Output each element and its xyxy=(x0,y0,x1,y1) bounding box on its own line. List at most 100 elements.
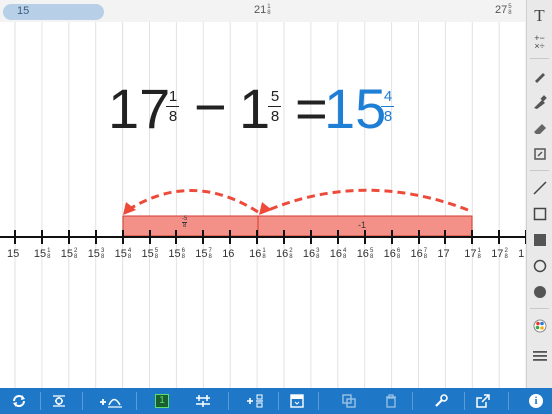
clear-tool[interactable] xyxy=(527,142,552,166)
number-line-label: 15 7 8 xyxy=(195,248,212,260)
scroller-right-label: 27 5 8 xyxy=(495,4,512,16)
number-line-tick xyxy=(363,230,366,244)
number-line-tick xyxy=(336,230,339,244)
settings-icon xyxy=(53,395,65,407)
refresh-button[interactable] xyxy=(6,388,32,414)
line-tool[interactable] xyxy=(527,176,552,200)
number-line-tick xyxy=(444,230,447,244)
number-line-label: 15 1 8 xyxy=(33,248,51,260)
marker-icon xyxy=(533,95,547,109)
number-line-label: 15 3 8 xyxy=(87,248,105,260)
number-line-label: 17 2 8 xyxy=(491,248,508,260)
number-line-tick xyxy=(148,230,151,244)
pencil-tool[interactable] xyxy=(527,64,552,88)
add-fraction-icon xyxy=(247,394,263,408)
scroller-left-label: 15 xyxy=(17,5,30,17)
number-line-tick xyxy=(175,230,178,244)
toolbar-separator xyxy=(464,392,465,410)
operators-tool[interactable]: +− ×÷ xyxy=(527,30,552,54)
unit-button[interactable]: 1 xyxy=(150,388,174,414)
settings-button[interactable] xyxy=(46,388,72,414)
jump-whole-label: -1 xyxy=(358,220,367,230)
eraser-icon xyxy=(533,124,546,134)
circle-filled-tool[interactable] xyxy=(527,280,552,304)
number-line-label: 15 6 8 xyxy=(168,248,185,260)
number-line-label: 16 1 8 xyxy=(249,248,266,260)
share-button[interactable] xyxy=(470,388,496,414)
jump-bar-small[interactable] xyxy=(122,215,259,237)
circle-outline-tool[interactable] xyxy=(527,254,552,278)
toolbar-divider xyxy=(530,58,549,59)
unit-icon: 1 xyxy=(155,394,169,408)
number-line-tick xyxy=(417,230,420,244)
number-line-label: 1 xyxy=(518,248,525,260)
scroller-mid-label: 21 1 8 xyxy=(254,4,271,16)
add-fraction-button[interactable] xyxy=(242,388,268,414)
text-tool[interactable]: T xyxy=(527,4,552,28)
range-scroller[interactable]: 15 21 1 8 27 5 8 xyxy=(0,0,527,22)
number-line-tick xyxy=(229,230,232,244)
operators-icon: +− ×÷ xyxy=(534,33,545,51)
rectangle-filled-icon xyxy=(533,234,546,246)
clear-icon xyxy=(533,148,546,160)
pencil-icon xyxy=(534,73,545,83)
number-line-label: 16 7 8 xyxy=(410,248,428,260)
add-jump-button[interactable] xyxy=(96,388,126,414)
jump-arrow-whole-head xyxy=(259,202,272,215)
jump-arrow-small xyxy=(127,189,259,214)
add-jump-icon xyxy=(100,398,122,408)
color-picker-tool[interactable] xyxy=(527,314,552,338)
marker-tool[interactable] xyxy=(527,90,552,114)
number-line-label: 16 5 8 xyxy=(356,248,374,260)
partition-button[interactable] xyxy=(190,388,216,414)
text-icon: T xyxy=(534,6,545,25)
scroller-thumb[interactable]: 15 xyxy=(3,4,104,20)
number-line-label: 16 xyxy=(222,248,235,260)
tool-sidebar: T +− ×÷ xyxy=(526,0,552,388)
number-line-label: 17 1 8 xyxy=(464,248,481,260)
toolbar-separator xyxy=(40,392,41,410)
line-icon xyxy=(532,181,547,195)
number-line-tick xyxy=(283,230,285,244)
number-line-tick xyxy=(202,230,205,244)
number-line-tick xyxy=(390,230,393,244)
number-line-tick xyxy=(471,230,474,244)
number-line-axis xyxy=(0,236,527,238)
tools-button[interactable] xyxy=(428,388,454,414)
toolbar-separator xyxy=(82,392,83,410)
jump-arrow-whole xyxy=(265,188,469,213)
toolbar-separator xyxy=(412,392,413,410)
rectangle-filled-tool[interactable] xyxy=(527,228,552,252)
delete-button[interactable] xyxy=(378,388,404,414)
hide-button[interactable] xyxy=(284,388,310,414)
circle-outline-icon xyxy=(533,259,546,273)
duplicate-button[interactable] xyxy=(336,388,362,414)
bottom-toolbar: 1 i xyxy=(0,388,552,414)
number-line-label: 15 2 8 xyxy=(60,248,78,260)
number-line-label: 16 2 8 xyxy=(276,248,293,260)
toolbar-separator xyxy=(278,392,279,410)
toolbar-divider xyxy=(530,308,549,309)
number-line-label: 16 4 8 xyxy=(329,248,347,260)
toolbar-separator xyxy=(318,392,319,410)
menu-tool[interactable] xyxy=(527,344,552,368)
workspace-canvas[interactable]: 17 1 8 − 1 5 8 = 15 4 8 -5 8 -1 15 15 1 8 15… xyxy=(0,22,528,388)
toolbar-separator xyxy=(228,392,229,410)
rectangle-outline-icon xyxy=(533,207,546,221)
refresh-icon xyxy=(13,395,25,407)
number-line-tick xyxy=(498,230,501,244)
number-line-tick xyxy=(14,230,16,244)
partition-icon xyxy=(196,395,210,407)
color-palette-icon xyxy=(533,319,546,333)
number-line-label: 15 xyxy=(7,248,20,260)
circle-filled-icon xyxy=(533,286,546,298)
info-button[interactable]: i xyxy=(524,388,548,414)
duplicate-icon xyxy=(342,394,356,408)
number-line-label: 15 5 8 xyxy=(141,248,159,260)
jump-arrow-small-head xyxy=(123,202,136,215)
menu-icon xyxy=(532,351,547,361)
number-line-label: 16 6 8 xyxy=(383,248,401,260)
eraser-tool[interactable] xyxy=(527,116,552,140)
toolbar-divider xyxy=(530,170,549,171)
rectangle-outline-tool[interactable] xyxy=(527,202,552,226)
